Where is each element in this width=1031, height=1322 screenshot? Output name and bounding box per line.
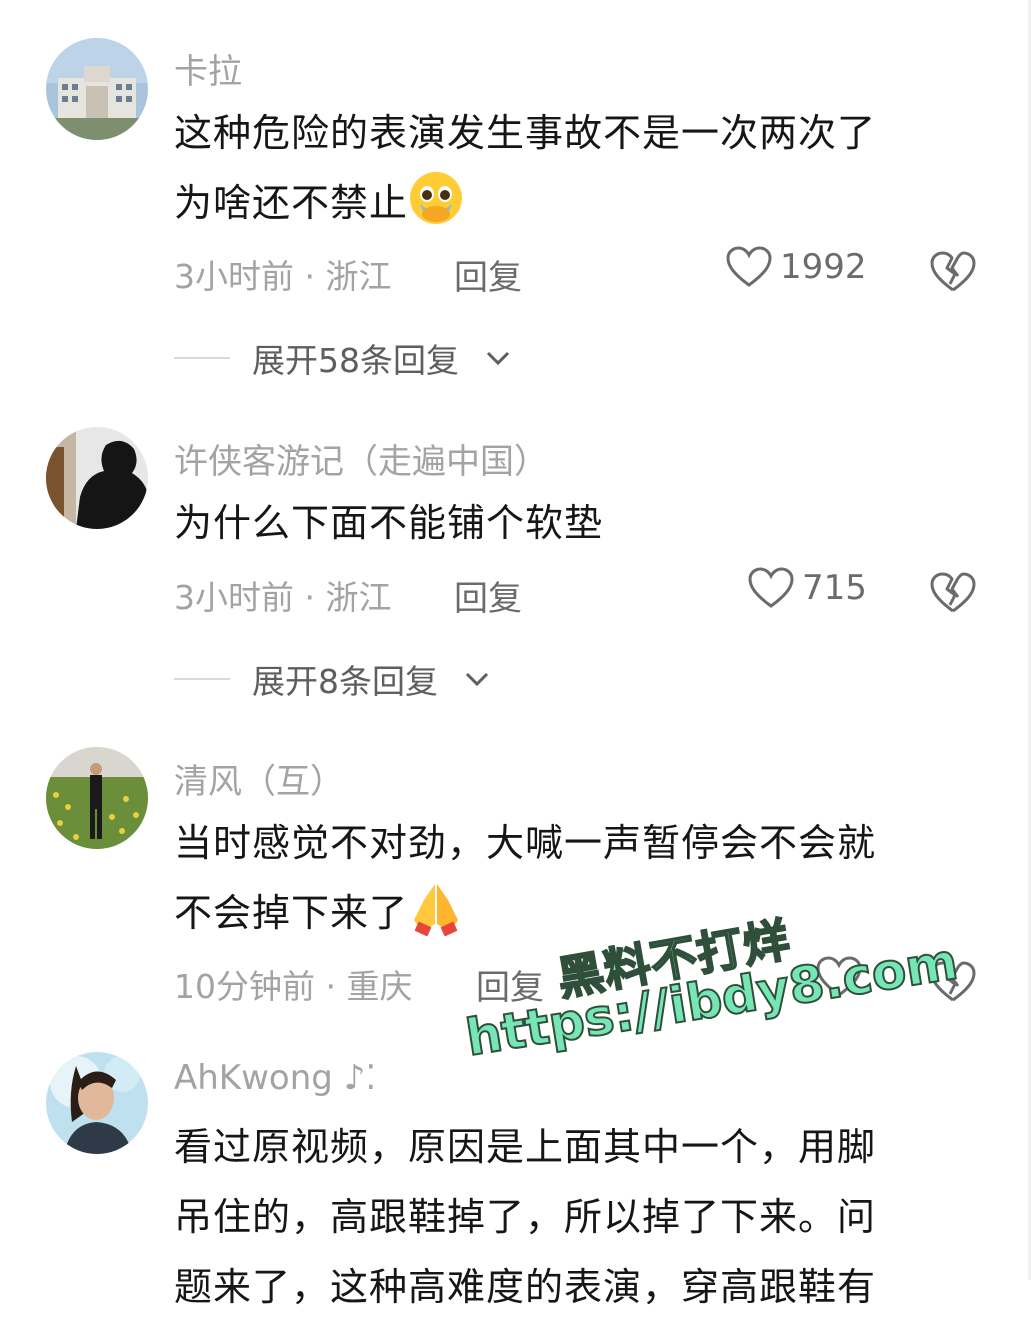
avatar[interactable] (46, 1052, 148, 1154)
avatar[interactable] (46, 427, 148, 529)
comment-text: 为什么下面不能铺个软垫 (174, 488, 964, 558)
heart-icon (726, 246, 772, 287)
broken-heart-icon[interactable] (930, 571, 976, 615)
heart-icon (748, 567, 794, 608)
broken-heart-icon[interactable] (930, 250, 976, 294)
comment-text-fragment: 不会掉下来了 (174, 891, 409, 935)
username[interactable]: 清风（互） (174, 754, 344, 803)
username[interactable]: AhKwong ♪⁚ (174, 1058, 376, 1098)
comment-item: 卡拉 这种危险的表演发生事故不是一次两次了 为啥还不禁止 3小时前 · 浙江 回… (0, 0, 1031, 400)
like-button[interactable]: 1992 (726, 246, 867, 288)
comment-text-line: 当时感觉不对劲，大喊一声暂停会不会就 (174, 821, 877, 865)
expand-replies-label: 展开8条回复 (252, 662, 438, 701)
folded-hands-emoji-icon (414, 884, 459, 936)
expand-replies-button[interactable]: 展开8条回复 (174, 655, 490, 703)
comment-text-line: 为什么下面不能铺个软垫 (174, 501, 604, 545)
username[interactable]: 卡拉 (174, 44, 242, 93)
comment-text-line: 吊住的，高跟鞋掉了，所以掉了下来。问 (174, 1195, 877, 1239)
like-count: 1992 (780, 247, 867, 287)
expand-replies-label: 展开58条回复 (252, 341, 459, 380)
comment-text-line: 题来了，这种高难度的表演，穿高跟鞋有 (174, 1265, 877, 1309)
avatar-building-image (46, 38, 148, 140)
chevron-down-icon (465, 672, 489, 687)
reply-button[interactable]: 回复 (454, 571, 522, 620)
username[interactable]: 许侠客游记（走遍中国） (174, 434, 548, 483)
avatar-silhouette-image (46, 427, 148, 529)
like-count: 715 (802, 568, 867, 608)
comment-item: 许侠客游记（走遍中国） 为什么下面不能铺个软垫 3小时前 · 浙江 回复 715… (0, 400, 1031, 720)
chevron-down-icon (486, 351, 510, 366)
comment-text-line: 这种危险的表演发生事故不是一次两次了 (174, 111, 877, 155)
comment-meta: 10分钟前 · 重庆 (174, 967, 413, 1006)
divider-line (174, 678, 230, 680)
comment-meta: 3小时前 · 浙江 (174, 578, 392, 617)
avatar-portrait-image (46, 1052, 148, 1154)
divider-line (174, 357, 230, 359)
avatar[interactable] (46, 747, 148, 849)
comment-text: 这种危险的表演发生事故不是一次两次了 为啥还不禁止 (174, 98, 964, 238)
pleading-face-emoji-icon (410, 172, 463, 224)
comment-meta: 3小时前 · 浙江 (174, 257, 392, 296)
avatar[interactable] (46, 38, 148, 140)
reply-button[interactable]: 回复 (454, 250, 522, 299)
like-button[interactable]: 715 (748, 567, 867, 609)
comment-text: 看过原视频，原因是上面其中一个，用脚 吊住的，高跟鞋掉了，所以掉了下来。问 题来… (174, 1112, 964, 1322)
comment-text-line: 看过原视频，原因是上面其中一个，用脚 (174, 1125, 877, 1169)
comment-text-line: 不会掉下来了 (174, 878, 964, 948)
comment-text: 当时感觉不对劲，大喊一声暂停会不会就 不会掉下来了 (174, 808, 964, 948)
comment-text-line: 为啥还不禁止 (174, 168, 964, 238)
comment-text-fragment: 为啥还不禁止 (174, 181, 409, 225)
comment-item: AhKwong ♪⁚ 看过原视频，原因是上面其中一个，用脚 吊住的，高跟鞋掉了，… (0, 1040, 1031, 1309)
avatar-person-field-image (46, 747, 148, 849)
expand-replies-button[interactable]: 展开58条回复 (174, 334, 511, 382)
